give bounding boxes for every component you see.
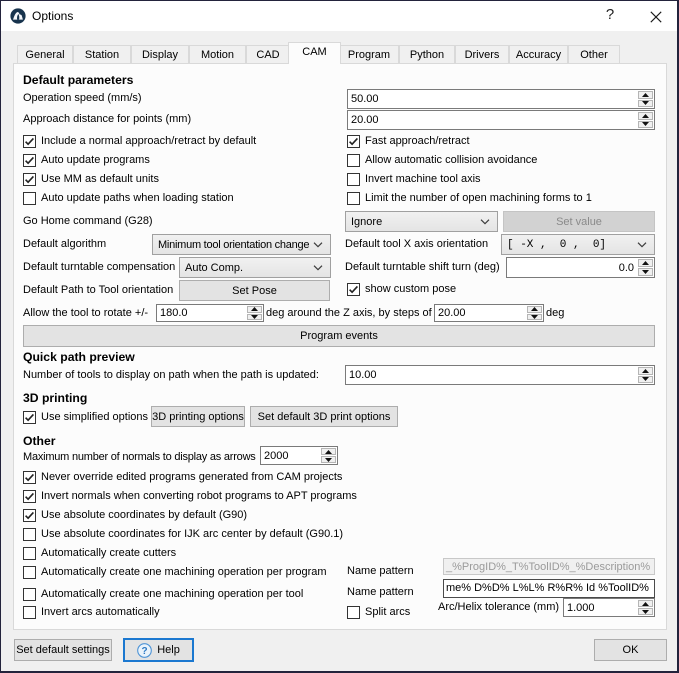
svg-text:?: ?	[142, 646, 148, 657]
